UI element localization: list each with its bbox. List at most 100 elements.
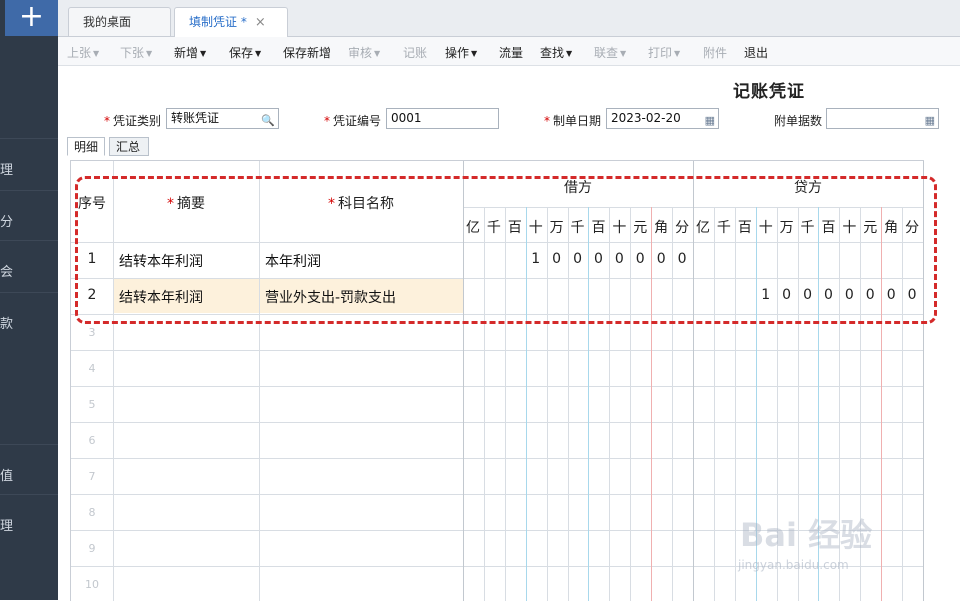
grid-line (71, 242, 924, 243)
date-label: * 制单日期 (544, 112, 601, 129)
link-query-button[interactable]: 联查 ▼ (594, 44, 626, 61)
calendar-icon[interactable]: ▦ (925, 111, 935, 130)
debit-digit: 0 (593, 251, 603, 267)
caret-down-icon: ▼ (255, 49, 262, 58)
close-icon[interactable]: × (255, 15, 266, 30)
voucher-type-field[interactable]: 转账凭证 🔍 (166, 108, 279, 129)
grid-line (113, 161, 114, 601)
row-number: 7 (88, 470, 96, 483)
digit-unit-label: 分 (905, 220, 920, 236)
grid-line (259, 161, 260, 601)
button-label: 保存 (229, 46, 254, 60)
account-cell[interactable]: 营业外支出-罚款支出 (265, 287, 396, 307)
sidebar-item-2[interactable]: 分 (0, 190, 58, 241)
save-button[interactable]: 保存 ▼ (229, 44, 261, 61)
digit-unit-label: 亿 (466, 220, 480, 236)
attachment-button[interactable]: 附件 (703, 44, 727, 61)
button-label: 查找 (540, 46, 565, 60)
digit-grid-line (713, 207, 715, 601)
sidebar-item-3[interactable]: 会 (0, 240, 58, 291)
caret-down-icon: ▼ (620, 49, 627, 58)
required-mark: * (328, 196, 335, 212)
digit-unit-label: 角 (884, 220, 899, 236)
tab-label: 填制凭证 * (189, 15, 247, 29)
tab-summary[interactable]: 汇总 (109, 137, 149, 156)
post-button[interactable]: 记账 (403, 44, 427, 61)
grid-line (71, 458, 924, 459)
watermark: Bai 经验 (740, 516, 873, 554)
row-number: 2 (87, 287, 97, 303)
voucher-no-field[interactable]: 0001 (386, 108, 499, 129)
seq-header: 序号 (78, 196, 106, 212)
debit-digit: 0 (656, 251, 666, 267)
row-number: 8 (88, 506, 96, 519)
digit-unit-label: 角 (654, 220, 669, 236)
digit-unit-label: 万 (549, 220, 564, 236)
find-button[interactable]: 查找 ▼ (540, 44, 572, 61)
digit-unit-label: 万 (779, 220, 794, 236)
tab-detail[interactable]: 明细 (67, 137, 105, 156)
operate-button[interactable]: 操作 ▼ (445, 44, 477, 61)
digit-unit-label: 元 (863, 220, 878, 236)
caret-down-icon: ▼ (374, 49, 381, 58)
tab-fill-voucher[interactable]: 填制凭证 * × (174, 7, 288, 37)
flow-button[interactable]: 流量 (499, 44, 523, 61)
label-text: 制单日期 (553, 114, 602, 128)
watermark-url: jingyan.baidu.com (738, 558, 849, 572)
digit-grid-line (483, 207, 485, 601)
button-label: 审核 (348, 46, 373, 60)
sidebar-item-5[interactable]: 值 (0, 444, 58, 495)
label-text: 凭证编号 (333, 114, 382, 128)
sidebar-item-4[interactable]: 款 (0, 292, 58, 343)
date-field[interactable]: 2023-02-20 ▦ (606, 108, 719, 129)
grid-line (923, 161, 924, 601)
digit-unit-label: 千 (570, 220, 585, 236)
digit-unit-label: 千 (800, 220, 815, 236)
digit-unit-label: 十 (758, 220, 773, 236)
digit-grid-line (734, 207, 736, 601)
sidebar-item-1[interactable]: 理 (0, 138, 58, 189)
digit-unit-label: 百 (737, 220, 752, 236)
search-icon[interactable]: 🔍 (261, 111, 275, 130)
save-new-button[interactable]: 保存新增 (283, 44, 331, 61)
credit-digit: 0 (907, 287, 917, 303)
button-label: 联查 (594, 46, 619, 60)
field-value: 转账凭证 (171, 111, 220, 125)
digit-unit-label: 亿 (696, 220, 710, 236)
account-cell[interactable]: 本年利润 (265, 251, 321, 271)
grid-line (71, 386, 924, 387)
audit-button[interactable]: 审核 ▼ (348, 44, 380, 61)
attachment-count-label: 附单据数 (774, 114, 823, 128)
tab-my-desktop[interactable]: 我的桌面 (68, 7, 171, 36)
credit-digit: 0 (844, 287, 854, 303)
add-voucher-button[interactable]: 新增 ▼ (174, 44, 206, 61)
grid-line (71, 314, 924, 315)
calendar-icon[interactable]: ▦ (705, 111, 715, 130)
prev-button[interactable]: 上张 ▼ (67, 44, 99, 61)
digit-unit-label: 百 (821, 220, 836, 236)
attachment-count-field[interactable]: ▦ (826, 108, 939, 129)
next-button[interactable]: 下张 ▼ (120, 44, 152, 61)
debit-digit: 0 (614, 251, 624, 267)
header-text: 摘要 (177, 196, 205, 212)
summary-cell[interactable]: 结转本年利润 (119, 251, 203, 271)
sidebar-item-label: 分 (0, 215, 14, 230)
summary-cell[interactable]: 结转本年利润 (119, 287, 203, 307)
row-number: 5 (88, 398, 96, 411)
print-button[interactable]: 打印 ▼ (648, 44, 680, 61)
digit-unit-label: 分 (675, 220, 690, 236)
button-label: 上张 (67, 46, 92, 60)
credit-digit: 0 (803, 287, 812, 303)
digit-unit-label: 百 (507, 220, 522, 236)
digit-unit-label: 十 (612, 220, 627, 236)
sidebar-item-6[interactable]: 理 (0, 494, 58, 545)
add-button[interactable]: + (5, 0, 58, 36)
debit-header: 借方 (564, 180, 592, 196)
exit-button[interactable]: 退出 (744, 44, 768, 61)
row-number: 3 (88, 326, 96, 339)
credit-digit: 0 (823, 287, 833, 303)
digit-unit-label: 十 (842, 220, 857, 236)
grid-line (71, 422, 924, 423)
digit-unit-label: 百 (591, 220, 606, 236)
debit-digit: 0 (635, 251, 645, 267)
